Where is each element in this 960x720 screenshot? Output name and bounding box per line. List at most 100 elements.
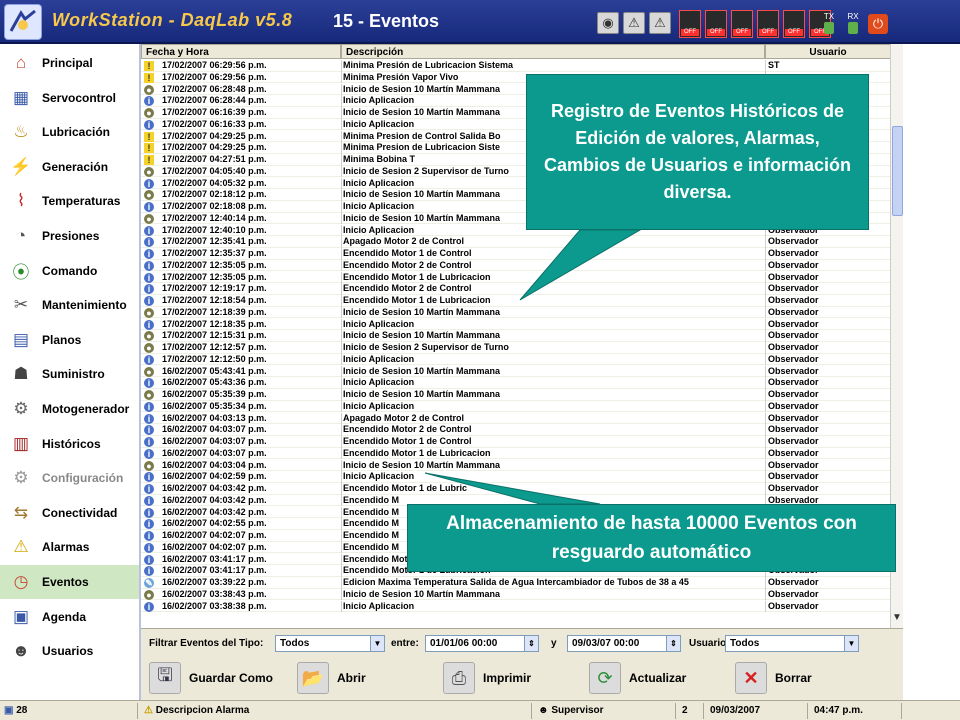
- filter-type-select[interactable]: Todos ▼: [275, 635, 385, 652]
- event-user: Observador: [768, 353, 819, 364]
- event-user: Observador: [768, 306, 819, 317]
- power-icon[interactable]: ⏻: [868, 14, 888, 34]
- event-user: Observador: [768, 436, 819, 446]
- date-to-input[interactable]: 09/03/07 00:00 ⇕: [567, 635, 681, 652]
- cell-divider: [341, 471, 342, 483]
- table-row[interactable]: i 16/02/2007 04:03:13 p.m. Apagado Motor 2…: [141, 412, 891, 425]
- event-description: Inicio de Sesion 10 Martín Mammana: [343, 83, 501, 94]
- user-filter-select[interactable]: Todos ▼: [725, 635, 859, 652]
- scroll-arrow-icon[interactable]: ▼: [892, 612, 902, 623]
- sidebar-item-motogenerador[interactable]: ⚙ Motogenerador: [0, 392, 139, 426]
- table-row[interactable]: i 17/02/2007 12:35:41 p.m. Apagado Motor 2…: [141, 236, 891, 248]
- event-user: Observador: [768, 400, 819, 411]
- delete-button[interactable]: ✕ Borrar: [735, 660, 812, 696]
- sidebar-item-planos[interactable]: ▤ Planos: [0, 323, 139, 357]
- switch-off-icon[interactable]: OFF: [757, 10, 779, 38]
- table-row[interactable]: i 17/02/2007 12:19:17 p.m. Encendido Motor…: [141, 283, 891, 295]
- warning-triangle-icon[interactable]: ⚠: [649, 12, 671, 34]
- sidebar-item-agenda[interactable]: ▣ Agenda: [0, 600, 139, 634]
- event-user: Observador: [768, 483, 819, 493]
- table-row[interactable]: i 17/02/2007 12:18:54 p.m. Encendido Motor…: [141, 295, 891, 307]
- table-row[interactable]: ● 16/02/2007 05:43:41 p.m. Inicio de Sesio…: [141, 365, 891, 378]
- sidebar-item-suministro[interactable]: ☗ Suministro: [0, 357, 139, 391]
- table-row[interactable]: i 16/02/2007 05:35:34 p.m. Inicio Aplicaci…: [141, 400, 891, 413]
- save-as-label: Guardar Como: [189, 671, 274, 685]
- column-header-user[interactable]: Usuario: [765, 44, 891, 59]
- table-row[interactable]: i 17/02/2007 12:35:05 p.m. Encendido Motor…: [141, 271, 891, 284]
- sidebar-item-eventos[interactable]: ◷ Eventos: [0, 565, 139, 599]
- save-as-button[interactable]: 🖫 Guardar Como: [149, 660, 273, 696]
- table-row[interactable]: ● 17/02/2007 12:15:31 p.m. Inicio de Sesio…: [141, 330, 891, 342]
- session-icon: ●: [144, 84, 154, 95]
- event-description: Minima Presion de Lubricacion Siste: [343, 142, 501, 153]
- spinner-icon[interactable]: ⇕: [524, 636, 538, 651]
- cell-divider: [765, 271, 766, 284]
- table-row[interactable]: ● 16/02/2007 05:35:39 p.m. Inicio de Sesio…: [141, 389, 891, 401]
- event-user: Observador: [768, 259, 819, 270]
- refresh-button[interactable]: ⟳ Actualizar: [589, 660, 686, 696]
- sidebar-item-mantenimiento[interactable]: ✂ Mantenimiento: [0, 288, 139, 322]
- chevron-down-icon[interactable]: ▼: [370, 636, 384, 651]
- switch-off-icon[interactable]: OFF: [705, 10, 727, 38]
- sidebar-item-principal[interactable]: ⌂ Principal: [0, 46, 139, 80]
- sidebar-item-usuarios[interactable]: ☻ Usuarios: [0, 634, 139, 668]
- table-row[interactable]: i 16/02/2007 04:03:07 p.m. Encendido Motor…: [141, 447, 891, 460]
- scroll-thumb[interactable]: [892, 126, 903, 216]
- table-row[interactable]: i 16/02/2007 04:03:42 p.m. Encendido Motor…: [141, 483, 891, 495]
- sidebar-item-generacion[interactable]: ⚡ Generación: [0, 150, 139, 184]
- delete-label: Borrar: [775, 671, 812, 685]
- warning-triangle-icon[interactable]: ⚠: [623, 12, 645, 34]
- column-header-description[interactable]: Descripción: [341, 44, 765, 59]
- date-from-input[interactable]: 01/01/06 00:00 ⇕: [425, 635, 539, 652]
- table-row[interactable]: ● 17/02/2007 12:12:57 p.m. Inicio de Sesio…: [141, 342, 891, 354]
- event-user: Observador: [768, 447, 819, 458]
- switch-off-icon[interactable]: OFF: [783, 10, 805, 38]
- table-row[interactable]: i 16/02/2007 04:03:07 p.m. Encendido Motor…: [141, 424, 891, 436]
- sidebar-item-servocontrol[interactable]: ▦ Servocontrol: [0, 81, 139, 115]
- event-date: 17/02/2007 12:19:17 p.m.: [162, 283, 267, 294]
- table-row[interactable]: ✎ 16/02/2007 03:39:22 p.m. Edicion Maxima …: [141, 577, 891, 589]
- sidebar-item-historicos[interactable]: ▥ Históricos: [0, 427, 139, 461]
- delete-x-icon: ✕: [735, 662, 767, 694]
- spinner-icon[interactable]: ⇕: [666, 636, 680, 651]
- cell-divider: [765, 600, 766, 613]
- sidebar-item-configuracion[interactable]: ⚙ Configuración: [0, 461, 139, 495]
- table-row[interactable]: i 16/02/2007 03:38:38 p.m. Inicio Aplicaci…: [141, 600, 891, 613]
- table-row[interactable]: i 17/02/2007 12:35:37 p.m. Encendido Motor…: [141, 248, 891, 260]
- users-icon: ☻: [12, 641, 30, 661]
- floppy-disk-icon: 🖫: [149, 662, 181, 694]
- info-icon: i: [144, 437, 154, 447]
- speaker-icon[interactable]: ◉: [597, 12, 619, 34]
- table-row[interactable]: i 17/02/2007 12:12:50 p.m. Inicio Aplicaci…: [141, 353, 891, 366]
- table-row[interactable]: i 16/02/2007 04:02:59 p.m. Inicio Aplicaci…: [141, 471, 891, 483]
- table-row[interactable]: ● 16/02/2007 03:38:43 p.m. Inicio de Sesio…: [141, 588, 891, 601]
- column-header-date[interactable]: Fecha y Hora: [141, 44, 341, 59]
- sidebar-item-presiones[interactable]: ◔ Presiones: [0, 219, 139, 253]
- sidebar-item-conectividad[interactable]: ⇆ Conectividad: [0, 496, 139, 530]
- cell-divider: [765, 400, 766, 413]
- status-alarm-count: ▣ 28: [0, 703, 138, 719]
- table-row[interactable]: i 17/02/2007 12:35:05 p.m. Encendido Motor…: [141, 259, 891, 272]
- switch-off-icon[interactable]: OFF: [679, 10, 701, 38]
- user-filter-value: Todos: [730, 638, 760, 649]
- chevron-down-icon[interactable]: ▼: [844, 636, 858, 651]
- sidebar-item-lubricacion[interactable]: ♨ Lubricación: [0, 115, 139, 149]
- sidebar-item-alarmas[interactable]: ⚠ Alarmas: [0, 530, 139, 564]
- table-row[interactable]: ● 16/02/2007 04:03:04 p.m. Inicio de Sesio…: [141, 459, 891, 472]
- table-row[interactable]: i 16/02/2007 04:03:07 p.m. Encendido Motor…: [141, 436, 891, 448]
- table-row[interactable]: i 16/02/2007 05:43:36 p.m. Inicio Aplicaci…: [141, 377, 891, 389]
- print-button[interactable]: ⎙ Imprimir: [443, 660, 531, 696]
- table-row[interactable]: ! 17/02/2007 06:29:56 p.m. Minima Presión …: [141, 60, 891, 72]
- open-button[interactable]: 📂 Abrir: [297, 660, 366, 696]
- event-date: 17/02/2007 12:12:57 p.m.: [162, 342, 267, 352]
- sidebar-item-temperaturas[interactable]: ⌇ Temperaturas: [0, 184, 139, 218]
- table-row[interactable]: ● 17/02/2007 12:18:39 p.m. Inicio de Sesio…: [141, 306, 891, 319]
- event-date: 16/02/2007 03:39:22 p.m.: [162, 577, 267, 587]
- table-row[interactable]: i 17/02/2007 12:18:35 p.m. Inicio Aplicaci…: [141, 318, 891, 331]
- open-label: Abrir: [337, 671, 366, 685]
- cell-divider: [765, 577, 766, 589]
- sidebar-item-label: Planos: [42, 332, 82, 347]
- switch-off-icon[interactable]: OFF: [731, 10, 753, 38]
- event-date: 17/02/2007 12:18:39 p.m.: [162, 306, 267, 317]
- sidebar-item-comando[interactable]: ⦿ Comando: [0, 254, 139, 288]
